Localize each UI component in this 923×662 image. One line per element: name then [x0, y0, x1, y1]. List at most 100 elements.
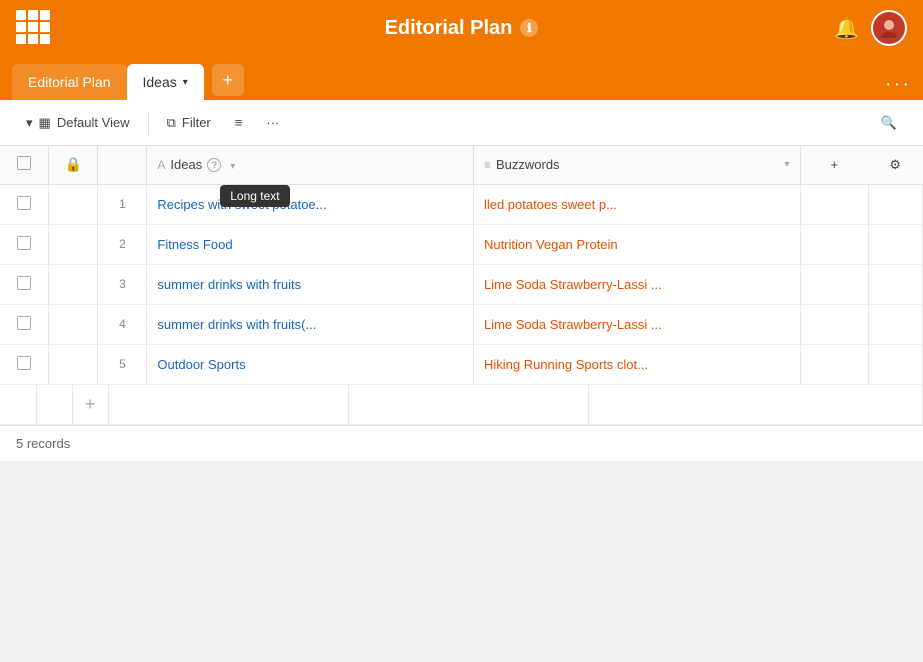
- th-ideas-label: Ideas: [170, 157, 202, 172]
- bell-icon[interactable]: 🔔: [834, 16, 859, 41]
- row-settings-cell: [868, 224, 922, 264]
- row-buzzword-cell[interactable]: Lime Soda Strawberry-Lassi ...: [473, 264, 800, 304]
- sort-icon[interactable]: ▾: [230, 161, 235, 172]
- table-row: 3 summer drinks with fruits Lime Soda St…: [0, 264, 923, 304]
- tab-ideas[interactable]: Ideas ▾: [127, 64, 204, 100]
- add-row[interactable]: +: [0, 385, 923, 425]
- title-text: Editorial Plan: [385, 17, 513, 40]
- row-num: 3: [98, 264, 147, 304]
- th-add-column[interactable]: +: [800, 146, 868, 184]
- idea-link[interactable]: Outdoor Sports: [157, 357, 463, 372]
- fields-button[interactable]: ≡: [225, 109, 253, 136]
- buzzwords-sort-icon[interactable]: ▾: [784, 159, 789, 170]
- row-checkbox-cell: [0, 344, 49, 384]
- records-count: 5 records: [16, 436, 70, 451]
- buzzword-value: Nutrition Vegan Protein: [484, 237, 790, 252]
- row-lock-cell: [49, 264, 98, 304]
- add-tab-button[interactable]: +: [212, 64, 244, 96]
- table-row: 1 Recipes with sweet potatoe... lled pot…: [0, 184, 923, 224]
- row-idea-cell[interactable]: Fitness Food: [147, 224, 474, 264]
- more-icon: ···: [266, 115, 279, 130]
- th-buzzwords: ≡ Buzzwords ▾: [473, 146, 800, 184]
- th-buzzwords-label: Buzzwords: [496, 157, 560, 172]
- more-options-button[interactable]: ···: [256, 109, 289, 136]
- th-checkbox: [0, 146, 49, 184]
- row-checkbox[interactable]: [17, 196, 31, 210]
- row-idea-cell[interactable]: Recipes with sweet potatoe...: [147, 184, 474, 224]
- th-settings[interactable]: ⚙: [868, 146, 922, 184]
- chevron-down-icon: ▾: [26, 115, 33, 131]
- grid-icon[interactable]: [16, 10, 52, 46]
- table-row: 4 summer drinks with fruits(... Lime Sod…: [0, 304, 923, 344]
- page-title: Editorial Plan ℹ: [385, 17, 539, 40]
- buzzword-value: Hiking Running Sports clot...: [484, 357, 790, 372]
- help-icon[interactable]: ?: [207, 158, 221, 172]
- row-checkbox[interactable]: [17, 276, 31, 290]
- avatar-inner: [873, 12, 905, 44]
- row-buzzword-cell[interactable]: Nutrition Vegan Protein: [473, 224, 800, 264]
- filter-icon: ⧉: [167, 115, 176, 131]
- top-header: Editorial Plan ℹ 🔔: [0, 0, 923, 56]
- row-settings-cell: [868, 264, 922, 304]
- row-lock-cell: [49, 304, 98, 344]
- th-num: [98, 146, 147, 184]
- row-idea-cell[interactable]: summer drinks with fruits: [147, 264, 474, 304]
- row-extra-cell: [800, 304, 868, 344]
- filter-label: Filter: [182, 115, 211, 130]
- search-button[interactable]: 🔍: [871, 109, 907, 137]
- avatar[interactable]: [871, 10, 907, 46]
- multiline-field-icon: ≡: [484, 158, 491, 172]
- fields-icon: ≡: [235, 115, 243, 130]
- th-ideas: A Ideas ? ▾ Long text: [147, 146, 474, 184]
- row-num: 5: [98, 344, 147, 384]
- row-buzzword-cell[interactable]: Hiking Running Sports clot...: [473, 344, 800, 384]
- toolbar: ▾ ▦ Default View ⧉ Filter ≡ ··· 🔍: [0, 100, 923, 146]
- row-checkbox-cell: [0, 264, 49, 304]
- text-field-icon: A: [157, 158, 165, 172]
- info-icon[interactable]: ℹ: [520, 19, 538, 37]
- chevron-down-icon: ▾: [183, 77, 188, 88]
- view-toggle-button[interactable]: ▾ ▦ Default View: [16, 109, 140, 137]
- th-lock: 🔒: [49, 146, 98, 184]
- header-right: 🔔: [834, 10, 907, 46]
- tab-editorial-plan[interactable]: Editorial Plan: [12, 64, 127, 100]
- header-checkbox[interactable]: [17, 156, 31, 170]
- row-idea-cell[interactable]: summer drinks with fruits(...: [147, 304, 474, 344]
- idea-link[interactable]: Fitness Food: [157, 237, 463, 252]
- row-checkbox[interactable]: [17, 356, 31, 370]
- row-settings-cell: [868, 184, 922, 224]
- row-lock-cell: [49, 184, 98, 224]
- idea-link[interactable]: summer drinks with fruits(...: [157, 317, 463, 332]
- row-buzzword-cell[interactable]: lled potatoes sweet p...: [473, 184, 800, 224]
- filter-button[interactable]: ⧉ Filter: [157, 109, 221, 137]
- row-num: 1: [98, 184, 147, 224]
- main-table: 🔒 A Ideas ? ▾ Long text: [0, 146, 923, 385]
- row-buzzword-cell[interactable]: Lime Soda Strawberry-Lassi ...: [473, 304, 800, 344]
- row-checkbox[interactable]: [17, 316, 31, 330]
- add-record-button[interactable]: +: [72, 385, 108, 425]
- row-extra-cell: [800, 264, 868, 304]
- row-extra-cell: [800, 344, 868, 384]
- idea-link[interactable]: Recipes with sweet potatoe...: [157, 197, 463, 212]
- row-checkbox[interactable]: [17, 236, 31, 250]
- row-settings-cell: [868, 344, 922, 384]
- row-lock-cell: [49, 224, 98, 264]
- separator: [148, 111, 149, 135]
- buzzword-value: Lime Soda Strawberry-Lassi ...: [484, 317, 790, 332]
- table-header-row: 🔒 A Ideas ? ▾ Long text: [0, 146, 923, 184]
- tooltip-container: ▾ Long text: [230, 157, 235, 172]
- idea-link[interactable]: summer drinks with fruits: [157, 277, 463, 292]
- lock-icon: 🔒: [65, 156, 82, 172]
- row-idea-cell[interactable]: Outdoor Sports: [147, 344, 474, 384]
- row-num: 2: [98, 224, 147, 264]
- buzzword-value: Lime Soda Strawberry-Lassi ...: [484, 277, 790, 292]
- tab-more-button[interactable]: ···: [885, 73, 911, 96]
- table-view-icon: ▦: [39, 115, 51, 131]
- table-row: 5 Outdoor Sports Hiking Running Sports c…: [0, 344, 923, 384]
- row-num: 4: [98, 304, 147, 344]
- table-area: 🔒 A Ideas ? ▾ Long text: [0, 146, 923, 425]
- view-label: Default View: [57, 115, 130, 130]
- table-body: 1 Recipes with sweet potatoe... lled pot…: [0, 184, 923, 384]
- row-settings-cell: [868, 304, 922, 344]
- search-icon: 🔍: [881, 115, 897, 131]
